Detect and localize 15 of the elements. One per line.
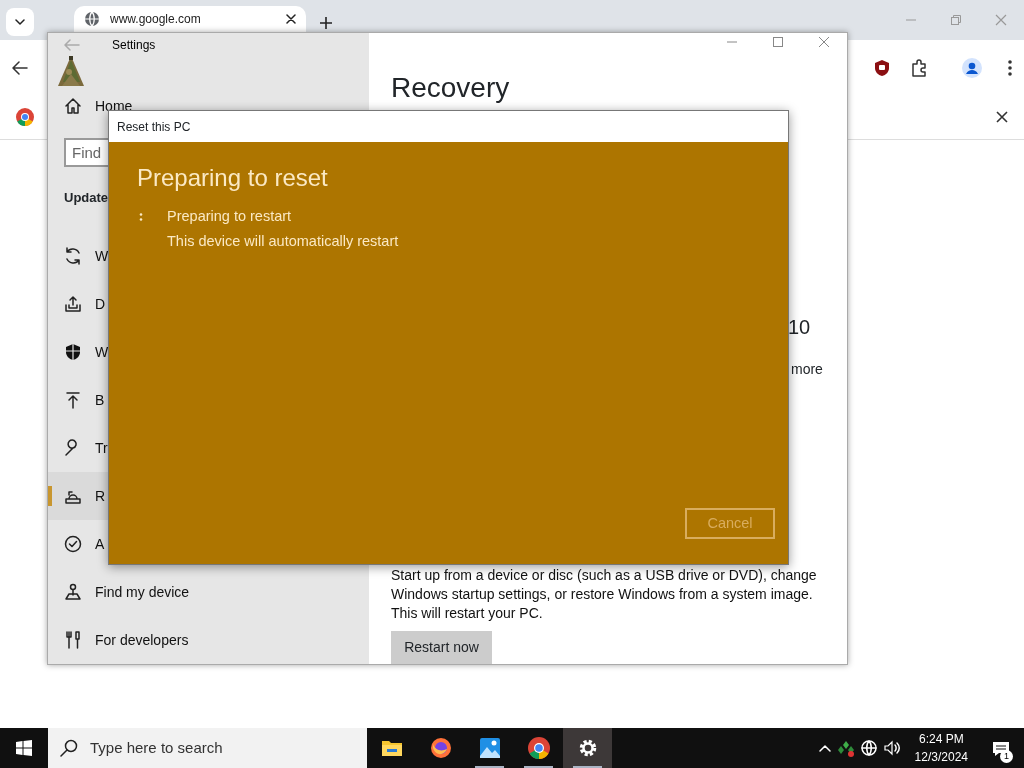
note-text: This device will automatically restart [167, 232, 400, 251]
status-text: Preparing to restart [167, 207, 292, 226]
text-fragment: more [791, 360, 824, 378]
section-heading: Update [64, 188, 109, 207]
time-text: 6:24 PM [917, 731, 965, 748]
date-text: 12/3/2024 [914, 749, 968, 766]
page-title: Recovery [391, 71, 511, 105]
window-title: Settings [112, 36, 156, 54]
notification-count: 1 [1000, 750, 1013, 763]
dialog-heading: Preparing to reset [137, 163, 329, 193]
dialog-title: Reset this PC [109, 111, 788, 142]
description-text: Start up from a device or disc (such as a USB drive or DVD), change Windows startup settings, or restore Windows from a system image. This will restart your PC. [391, 566, 818, 623]
tab-title: www.google.com [110, 11, 202, 28]
heading-fragment: 10 [788, 315, 812, 340]
search-placeholder: Type here to search [90, 737, 223, 758]
